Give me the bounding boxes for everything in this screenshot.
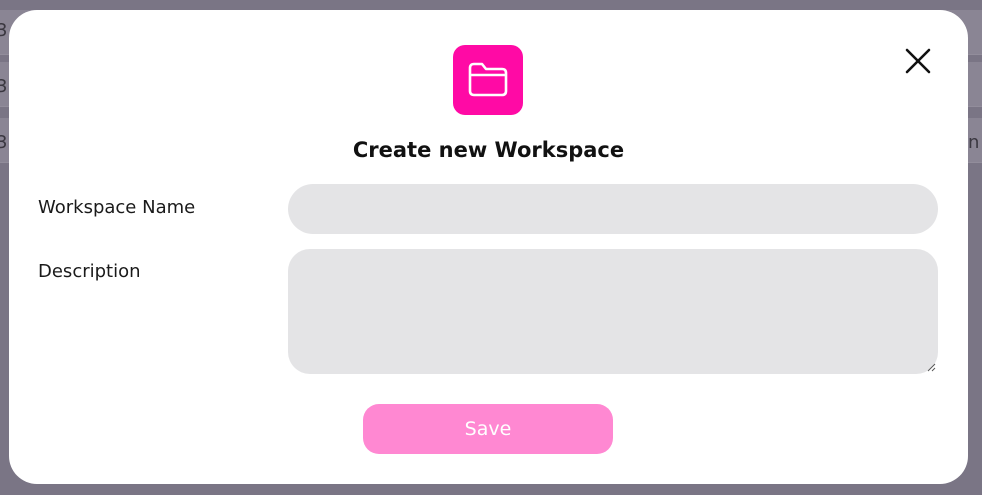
close-button[interactable]: [902, 45, 934, 77]
folder-icon: [468, 62, 508, 97]
workspace-name-label: Workspace Name: [38, 197, 196, 218]
close-icon: [905, 48, 931, 74]
background-text: 3: [0, 76, 8, 97]
background-text: 3: [0, 20, 8, 41]
description-label: Description: [38, 261, 141, 282]
workspace-name-input[interactable]: [288, 184, 938, 234]
save-button[interactable]: Save: [363, 404, 613, 454]
create-workspace-dialog: Create new Workspace Workspace Name Desc…: [9, 10, 968, 484]
background-text: 3: [0, 132, 8, 153]
background-text: n: [968, 132, 980, 153]
dialog-title: Create new Workspace: [352, 138, 625, 162]
resize-grip-icon[interactable]: [926, 362, 936, 372]
description-textarea[interactable]: [288, 249, 938, 374]
workspace-icon-tile: [453, 45, 523, 115]
